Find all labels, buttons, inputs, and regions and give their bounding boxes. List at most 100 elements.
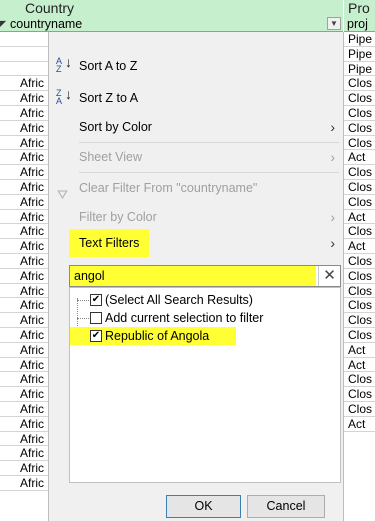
clear-filter: ⛛ Clear Filter From "countryname" [49,174,345,202]
filter-by-color: Filter by Color › [49,203,345,231]
table-cell[interactable]: Pipe [344,32,375,47]
sheet-view: Sheet View › [49,143,345,171]
dropdown-icon[interactable]: ▼ [327,17,341,30]
table-cell[interactable]: Afric [0,298,48,314]
table-cell[interactable]: Pipe [344,47,375,62]
menu-divider [79,172,339,173]
table-cell[interactable]: Afric [0,106,48,121]
table-cell[interactable]: Afric [0,358,48,373]
table-cell[interactable]: Afric [0,432,48,447]
filter-header-project[interactable]: proj [344,16,375,32]
table-cell[interactable]: Afric [0,76,48,92]
table-cell[interactable]: Afric [0,461,48,476]
table-cell[interactable]: Afric [0,284,48,299]
table-cell[interactable]: Act [344,210,375,225]
table-cell[interactable]: Clos [344,121,375,136]
table-cell[interactable]: Afric [0,210,48,225]
table-cell[interactable]: Afric [0,313,48,328]
table-cell[interactable] [0,47,48,62]
table-cell[interactable]: Afric [0,91,48,106]
table-cell[interactable]: Afric [0,446,48,462]
table-cell[interactable]: Afric [0,372,48,388]
header-project: Pro [344,0,375,16]
search-input[interactable] [70,266,316,286]
table-cell[interactable]: Afric [0,328,48,343]
sort-za-icon: Z A ↓ [56,86,72,106]
table-cell[interactable]: Act [344,343,375,358]
table-cell[interactable]: Clos [344,224,375,240]
table-cell[interactable]: Clos [344,76,375,92]
chevron-right-icon: › [330,149,335,165]
table-cell[interactable]: Afric [0,165,48,180]
filter-values-list: ✔ (Select All Search Results) Add curren… [69,287,341,483]
ok-button[interactable]: OK [166,495,241,518]
table-cell[interactable]: Afric [0,476,48,491]
column-project-cells: Pipe Pipe Pipe Clos Clos Clos Clos Clos Act Clos C… [344,32,375,521]
table-cell[interactable]: Afric [0,224,48,240]
filter-column-label: countryname [10,17,83,31]
table-cell[interactable]: Afric [0,269,48,284]
cancel-button[interactable]: Cancel [247,495,325,518]
table-cell[interactable]: Afric [0,417,48,432]
table-cell[interactable]: Act [344,417,375,432]
chevron-right-icon: › [330,235,335,251]
table-cell[interactable]: Clos [344,165,375,180]
list-item-republic-of-angola[interactable]: ✔ Republic of Angola [70,327,236,345]
table-cell[interactable]: Clos [344,180,375,195]
left-arrow-icon: ◤ [0,19,7,28]
table-cell[interactable]: Act [344,150,375,166]
table-cell[interactable] [0,32,48,47]
table-cell[interactable]: Clos [344,195,375,210]
filter-header-countryname: ◤ countryname ▼ [0,16,343,32]
table-cell[interactable]: Clos [344,91,375,106]
table-cell[interactable]: Afric [0,239,48,254]
checkbox-unchecked-icon[interactable] [90,312,102,324]
search-box: ✕ [69,265,341,287]
table-cell[interactable]: Afric [0,195,48,210]
table-cell[interactable]: Afric [0,136,48,151]
column-country-cells: Afric Afric Afric Afric Afric Afric Afric Afric… [0,32,48,521]
text-filters[interactable]: Text Filters › [49,229,345,257]
table-cell[interactable]: Afric [0,121,48,136]
table-cell[interactable]: Afric [0,387,48,402]
table-cell[interactable]: Clos [344,372,375,388]
list-item-label: (Select All Search Results) [105,293,253,307]
table-cell[interactable]: Clos [344,106,375,121]
table-cell[interactable]: Act [344,239,375,254]
table-cell[interactable] [0,62,48,77]
table-cell[interactable]: Clos [344,328,375,343]
table-cell[interactable]: Afric [0,180,48,195]
list-item-label: Republic of Angola [105,329,210,343]
table-cell[interactable]: Clos [344,387,375,402]
text-filters-label: Text Filters [69,229,150,257]
table-cell[interactable]: Clos [344,284,375,299]
filter-dropdown-menu: A Z ↓ Sort A to Z Z A ↓ Sort Z to A Sort by … [48,32,344,521]
chevron-right-icon: › [330,119,335,135]
table-cell[interactable]: Clos [344,402,375,417]
table-cell[interactable]: Afric [0,402,48,417]
clear-filter-label: Clear Filter From "countryname" [79,181,258,195]
table-cell[interactable]: Clos [344,254,375,269]
sort-by-color-label: Sort by Color [79,120,152,134]
header-country: Country [0,0,343,16]
close-icon[interactable]: ✕ [318,266,340,286]
table-cell[interactable]: Clos [344,298,375,314]
table-cell[interactable]: Clos [344,269,375,284]
table-cell[interactable]: Act [344,358,375,373]
table-cell[interactable]: Clos [344,136,375,151]
sort-a-to-z-label: Sort A to Z [79,59,138,73]
list-item-add-selection[interactable]: Add current selection to filter [70,309,330,327]
table-cell[interactable]: Afric [0,343,48,358]
sort-z-to-a-label: Sort Z to A [79,91,139,105]
list-item-select-all[interactable]: ✔ (Select All Search Results) [70,291,330,309]
table-cell[interactable]: Pipe [344,62,375,77]
sort-a-to-z[interactable]: A Z ↓ Sort A to Z [49,52,345,80]
table-cell[interactable]: Afric [0,150,48,166]
table-cell[interactable]: Clos [344,313,375,328]
checkbox-checked-icon[interactable]: ✔ [90,294,102,306]
filter-by-color-label: Filter by Color [79,210,157,224]
sort-z-to-a[interactable]: Z A ↓ Sort Z to A [49,84,345,112]
sort-by-color[interactable]: Sort by Color › [49,113,345,141]
table-cell[interactable]: Afric [0,254,48,269]
checkbox-checked-icon[interactable]: ✔ [90,330,102,342]
